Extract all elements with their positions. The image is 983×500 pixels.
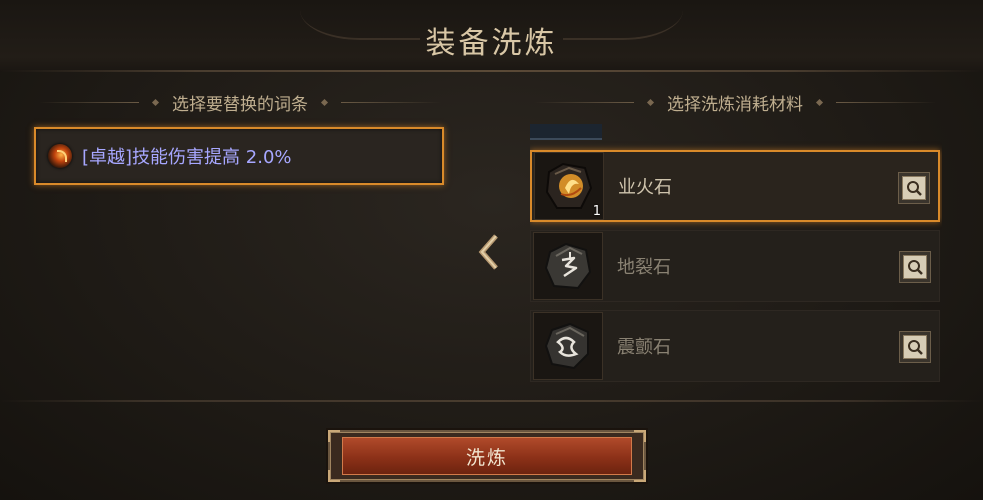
affix-item[interactable]: [卓越]技能伤害提高 2.0% (34, 127, 444, 185)
list-item-partial (530, 124, 602, 140)
frame-corner (328, 470, 340, 482)
material-row-tremor-stone[interactable]: 震颤石 (530, 310, 940, 382)
chevron-left-icon[interactable] (474, 232, 504, 272)
hellfire-stone-icon: 1 (534, 152, 604, 220)
inspect-button[interactable] (899, 251, 931, 283)
header-diamond-icon (320, 98, 329, 106)
affix-section-title: 选择要替换的词条 (172, 94, 308, 115)
frame-corner (634, 430, 646, 442)
material-section-header: 选择洗炼消耗材料 (520, 90, 950, 115)
flame-orb-icon (48, 144, 72, 168)
material-name: 地裂石 (617, 257, 671, 278)
magnifier-icon (903, 335, 927, 359)
header-diamond-icon (151, 98, 160, 106)
refine-button[interactable]: 洗炼 (342, 437, 632, 475)
frame-corner (634, 470, 646, 482)
header-diamond-icon (646, 98, 655, 106)
earth-rift-stone-icon (533, 232, 603, 300)
material-row-earth-rift-stone[interactable]: 地裂石 (530, 230, 940, 302)
magnifier-icon (902, 176, 926, 200)
magnifier-icon (903, 255, 927, 279)
material-section-title: 选择洗炼消耗材料 (667, 94, 803, 115)
bottom-divider (0, 400, 983, 402)
material-name: 业火石 (618, 177, 672, 198)
refine-button-frame: 洗炼 (328, 430, 646, 482)
affix-label: [卓越]技能伤害提高 2.0% (82, 147, 292, 168)
frame-corner (328, 430, 340, 442)
inspect-button[interactable] (898, 172, 930, 204)
materials-list[interactable]: 1 业火石 地裂石 震颤石 (530, 124, 942, 386)
material-row-hellfire-stone[interactable]: 1 业火石 (530, 150, 940, 222)
header-rule (39, 101, 139, 103)
page-title: 装备洗炼 (425, 26, 558, 61)
title-divider (0, 70, 983, 72)
header-diamond-icon (815, 98, 824, 106)
inspect-button[interactable] (899, 331, 931, 363)
tremor-stone-icon (533, 312, 603, 380)
header-rule (534, 101, 634, 103)
header-rule (836, 101, 936, 103)
header-rule (341, 101, 441, 103)
title-bar: 装备洗炼 (0, 0, 983, 72)
affix-section-header: 选择要替换的词条 (30, 90, 450, 115)
material-name: 震颤石 (617, 337, 671, 358)
material-count: 1 (592, 204, 601, 219)
